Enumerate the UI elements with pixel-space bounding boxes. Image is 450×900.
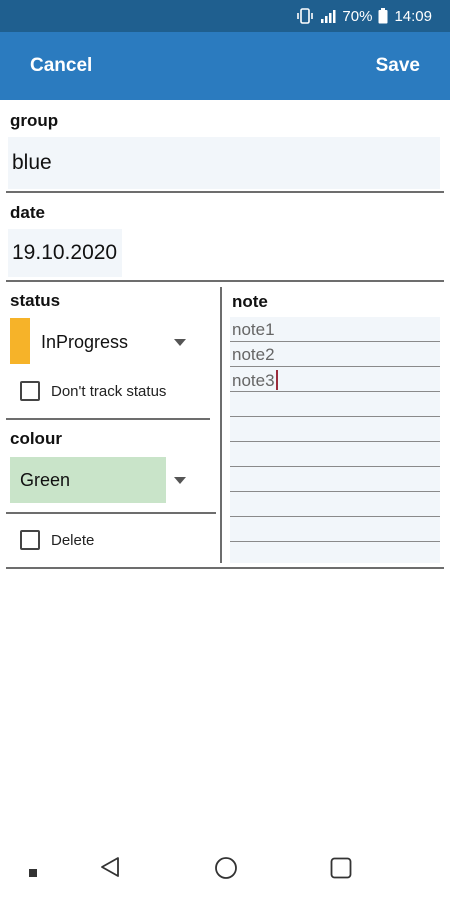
note-textarea[interactable]: note1 note2 note3: [230, 317, 440, 563]
note-label: note: [232, 292, 268, 311]
status-label: status: [10, 291, 61, 310]
vibrate-icon: [296, 8, 314, 24]
divider: [6, 280, 444, 282]
divider: [6, 567, 444, 569]
note-line-text: note3: [232, 371, 275, 390]
divider: [6, 512, 216, 514]
battery-icon: [378, 8, 388, 24]
note-rule: [230, 541, 440, 542]
save-button[interactable]: Save: [376, 55, 420, 77]
action-bar: Cancel Save: [0, 32, 450, 100]
note-rule: [230, 466, 440, 467]
status-dropdown-arrow-icon[interactable]: [174, 339, 186, 346]
divider: [6, 418, 210, 420]
date-label: date: [10, 203, 45, 222]
colour-spinner[interactable]: Green: [10, 457, 166, 503]
group-field[interactable]: blue: [8, 137, 440, 189]
signal-icon: [320, 9, 336, 23]
system-status-bar: 70% 14:09: [0, 0, 450, 32]
note-line-text: note2: [232, 345, 275, 364]
note-rule: [230, 441, 440, 442]
delete-label: Delete: [51, 532, 95, 549]
note-rule: [230, 341, 440, 342]
battery-percent: 70%: [342, 7, 373, 25]
clock: 14:09: [394, 7, 432, 25]
note-rule: [230, 516, 440, 517]
colour-label: colour: [10, 429, 62, 448]
delete-checkbox[interactable]: [20, 530, 40, 550]
back-icon[interactable]: [99, 856, 121, 883]
group-label: group: [10, 111, 59, 130]
dont-track-status-checkbox[interactable]: [20, 381, 40, 401]
text-cursor: [275, 370, 278, 390]
status-color-swatch: [10, 318, 30, 364]
cancel-button[interactable]: Cancel: [30, 55, 92, 77]
note-line-text: note1: [232, 320, 275, 339]
note-line-text-with-cursor: note3: [232, 370, 278, 391]
note-rule: [230, 416, 440, 417]
note-rule: [230, 366, 440, 367]
column-divider: [220, 287, 222, 563]
note-rule: [230, 491, 440, 492]
navigation-bar: [0, 836, 450, 900]
date-field[interactable]: 19.10.2020: [8, 229, 122, 277]
status-spinner[interactable]: InProgress: [41, 332, 128, 353]
colour-dropdown-arrow-icon[interactable]: [174, 477, 186, 484]
dont-track-status-label: Don't track status: [51, 383, 167, 400]
menu-dot-icon[interactable]: [29, 864, 37, 882]
note-rule: [230, 391, 440, 392]
recents-icon[interactable]: [330, 857, 352, 884]
divider: [6, 191, 444, 193]
home-icon[interactable]: [214, 856, 238, 885]
